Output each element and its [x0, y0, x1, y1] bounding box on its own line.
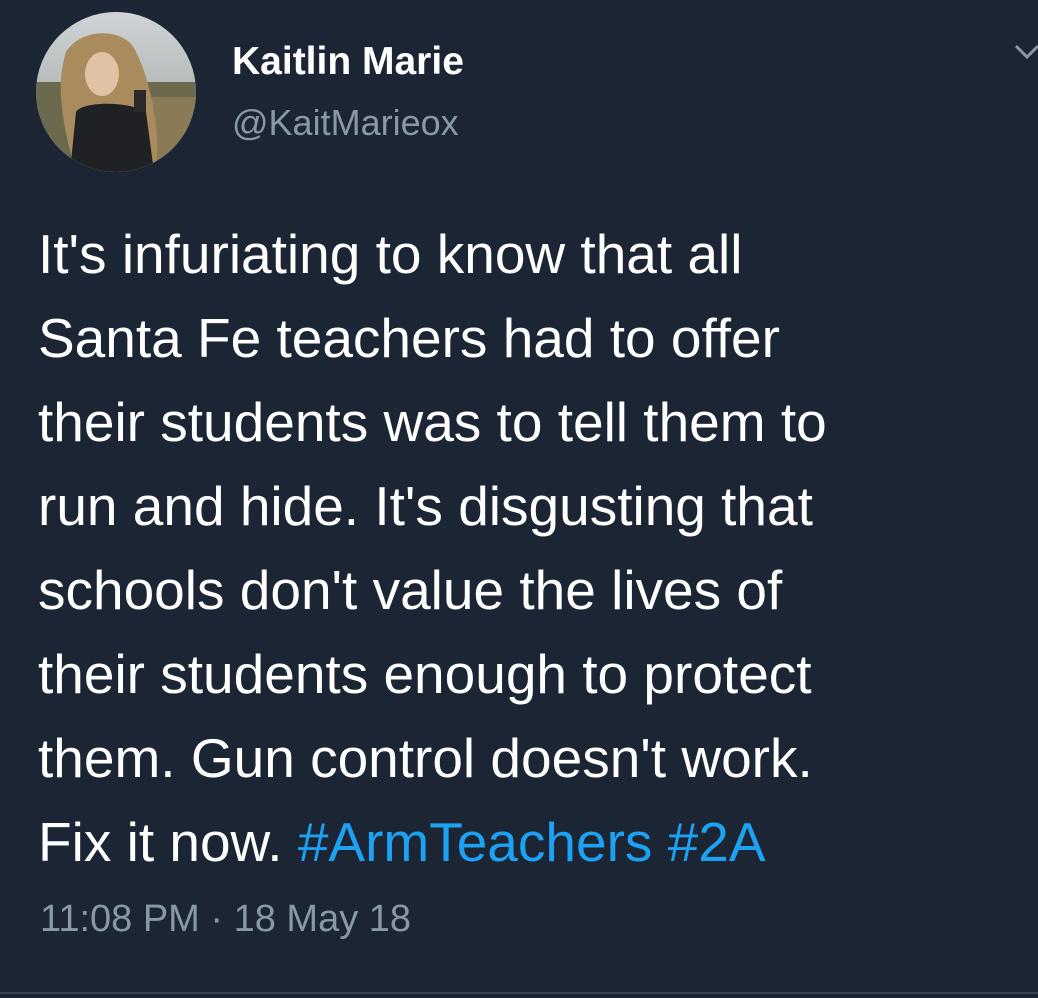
avatar[interactable] — [36, 12, 196, 172]
tweet-text-line: their students enough to protect — [38, 643, 812, 705]
tweet-text-line: It's infuriating to know that all — [38, 223, 743, 285]
tweet-text-line: their students was to tell them to — [38, 391, 827, 453]
tweet-text-line: run and hide. It's disgusting that — [38, 475, 813, 537]
tweet-text-line: Fix it now. — [38, 811, 298, 873]
tweet-timestamp[interactable]: 11:08 PM · 18 May 18 — [40, 898, 411, 941]
tweet-text-last-line: Fix it now. #ArmTeachers #2A — [38, 800, 1018, 884]
tweet-text: It's infuriating to know that all Santa … — [38, 212, 1018, 884]
tweet-text-line: Santa Fe teachers had to offer — [38, 307, 780, 369]
author-handle[interactable]: @KaitMarieox — [232, 102, 459, 144]
author-display-name[interactable]: Kaitlin Marie — [232, 40, 464, 84]
avatar-photo — [36, 12, 196, 172]
tweet-text-line: schools don't value the lives of — [38, 559, 783, 621]
hashtag-link[interactable]: #ArmTeachers — [298, 811, 653, 873]
divider — [0, 992, 1038, 994]
hashtag-link[interactable]: #2A — [668, 811, 766, 873]
tweet-text-line: them. Gun control doesn't work. — [38, 727, 813, 789]
chevron-down-icon[interactable] — [1010, 36, 1038, 70]
